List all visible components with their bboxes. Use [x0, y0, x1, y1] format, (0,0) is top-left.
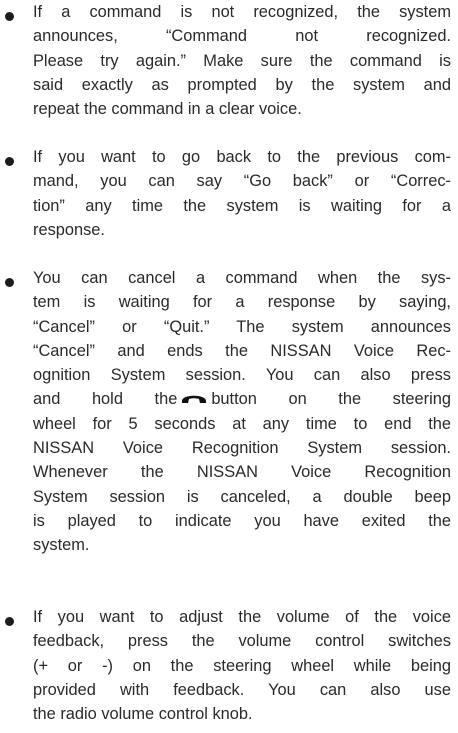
text-line: Please try again.” Make sure the command… [33, 51, 451, 70]
phone-hang-up-icon [179, 388, 209, 404]
text-line: tem is waiting for a response by saying, [33, 293, 451, 312]
bullet-text: If you want to adjust the volume of the … [33, 605, 451, 726]
text-line-with-icon: and hold the button on the steering [33, 387, 451, 411]
text-line: “Cancel” and ends the NISSAN Voice Rec- [33, 341, 451, 360]
text-line: repeat the command in a clear voice. [33, 100, 302, 119]
text-line: feedback, press the volume control switc… [33, 632, 451, 651]
bullet-text: If you want to go back to the previous c… [33, 145, 451, 242]
text-line: ognition System session. You can also pr… [33, 366, 451, 385]
text-line: (+ or -) on the steering wheel while bei… [33, 656, 451, 675]
text-line: tion” any time the system is waiting for… [33, 196, 451, 215]
bullet-dot [5, 157, 14, 166]
text-line: mand, you can say “Go back” or “Correc- [33, 172, 451, 191]
text-line: System session is canceled, a double bee… [33, 487, 451, 506]
text-line: system. [33, 536, 90, 555]
text-line: If a command is not recognized, the syst… [33, 3, 451, 21]
bullet-text: If a command is not recognized, the syst… [33, 0, 451, 121]
bullet-dot [5, 12, 14, 21]
text-line: NISSAN Voice Recognition System session. [33, 439, 451, 458]
text-line: wheel for 5 seconds at any time to end t… [33, 414, 451, 433]
bullet-text: You can cancel a command when the sys- t… [33, 266, 451, 558]
text-line: “Cancel” or “Quit.” The system announces [33, 317, 451, 336]
text-line: said exactly as prompted by the system a… [33, 75, 451, 94]
text-line: If you want to go back to the previous c… [33, 148, 451, 166]
text-line: If you want to adjust the volume of the … [33, 608, 451, 626]
text-fragment: button on the steering [211, 390, 451, 409]
bullet-dot [5, 278, 14, 287]
text-line: provided with feedback. You can also use [33, 680, 451, 699]
text-line: announces, “Command not recognized. [33, 27, 451, 46]
text-fragment: and hold the [33, 390, 178, 409]
text-line: is played to indicate you have exited th… [33, 511, 451, 530]
text-line: You can cancel a command when the sys- [33, 269, 451, 287]
text-line: the radio volume control knob. [33, 705, 253, 724]
text-line: Whenever the NISSAN Voice Recognition [33, 463, 451, 482]
bullet-dot [5, 617, 14, 626]
text-line: response. [33, 220, 105, 239]
